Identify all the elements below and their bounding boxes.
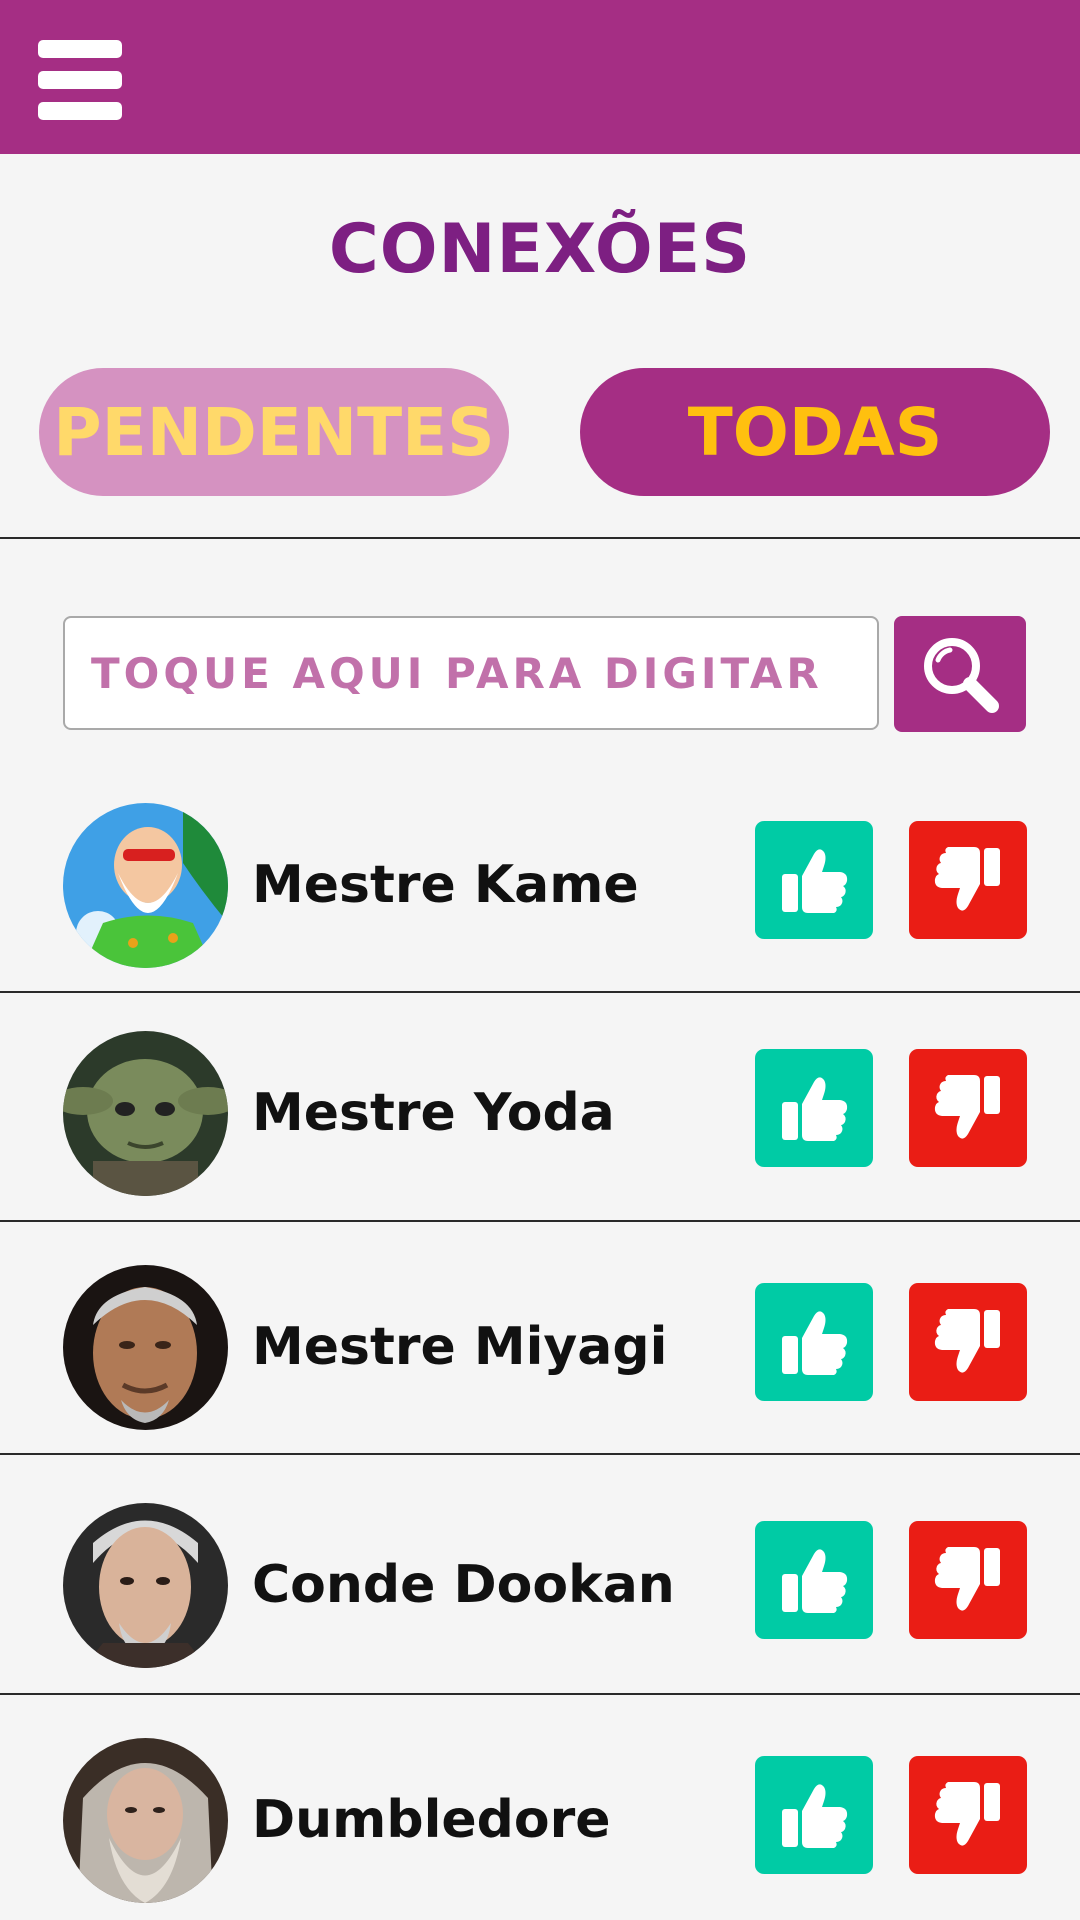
connection-name: Conde Dookan — [252, 1555, 675, 1615]
accept-button[interactable] — [755, 1049, 873, 1167]
reject-button[interactable] — [909, 821, 1027, 939]
thumbs-down-icon — [934, 1309, 1000, 1373]
connections-screen: CONEXÕES PENDENTES TODAS Mestre Ka — [0, 0, 1080, 1920]
thumbs-down-icon — [934, 847, 1000, 911]
thumbs-up-icon — [782, 1784, 848, 1848]
connection-row: Conde Dookan — [0, 1503, 1080, 1729]
reject-button[interactable] — [909, 1521, 1027, 1639]
avatar — [63, 1738, 228, 1903]
connection-name: Dumbledore — [252, 1790, 611, 1850]
connection-row: Dumbledore — [0, 1738, 1080, 1920]
hamburger-menu-icon[interactable] — [38, 38, 122, 124]
page-title: CONEXÕES — [328, 210, 752, 289]
avatar — [63, 803, 228, 968]
reject-button[interactable] — [909, 1283, 1027, 1401]
top-app-bar — [0, 0, 1080, 154]
avatar — [63, 1031, 228, 1196]
connection-row: Mestre Miyagi — [0, 1265, 1080, 1491]
accept-button[interactable] — [755, 1756, 873, 1874]
row-divider — [0, 1220, 1080, 1222]
row-divider — [0, 991, 1080, 993]
search-input[interactable] — [63, 616, 879, 730]
row-divider — [0, 1693, 1080, 1695]
connection-name: Mestre Yoda — [252, 1083, 615, 1143]
thumbs-down-icon — [934, 1547, 1000, 1611]
thumbs-up-icon — [782, 849, 848, 913]
accept-button[interactable] — [755, 821, 873, 939]
accept-button[interactable] — [755, 1521, 873, 1639]
thumbs-down-icon — [934, 1782, 1000, 1846]
thumbs-up-icon — [782, 1077, 848, 1141]
thumbs-up-icon — [782, 1311, 848, 1375]
tab-todas[interactable]: TODAS — [580, 368, 1050, 496]
search-button[interactable] — [894, 616, 1026, 732]
connection-name: Mestre Kame — [252, 855, 639, 915]
tab-pendentes[interactable]: PENDENTES — [39, 368, 509, 496]
accept-button[interactable] — [755, 1283, 873, 1401]
reject-button[interactable] — [909, 1049, 1027, 1167]
connection-row: Mestre Kame — [0, 803, 1080, 1029]
row-divider — [0, 1453, 1080, 1455]
avatar — [63, 1503, 228, 1668]
avatar — [63, 1265, 228, 1430]
thumbs-up-icon — [782, 1549, 848, 1613]
thumbs-down-icon — [934, 1075, 1000, 1139]
connection-name: Mestre Miyagi — [252, 1317, 668, 1377]
reject-button[interactable] — [909, 1756, 1027, 1874]
header-divider — [0, 537, 1080, 539]
magnifier-icon — [924, 638, 999, 713]
connection-row: Mestre Yoda — [0, 1031, 1080, 1257]
